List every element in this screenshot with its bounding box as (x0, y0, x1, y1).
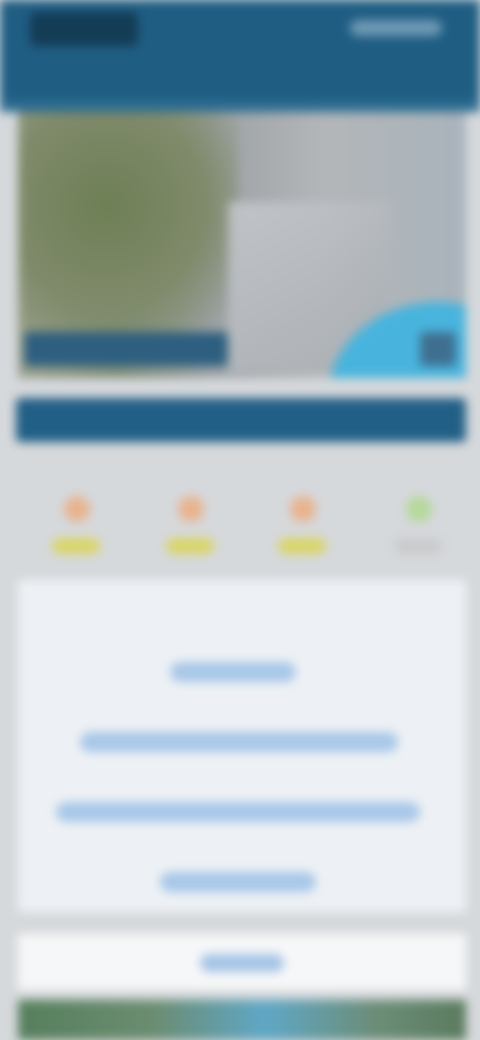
hero-badge[interactable] (420, 332, 456, 366)
forecast-day[interactable] (382, 466, 462, 566)
status-bar (394, 538, 442, 554)
sun-icon (64, 496, 90, 522)
forecast-day[interactable] (266, 466, 346, 566)
sun-icon (290, 496, 316, 522)
link-item[interactable] (170, 662, 296, 682)
status-bar (166, 538, 214, 554)
app-logo[interactable] (30, 12, 138, 46)
action-button[interactable] (200, 954, 284, 972)
hero-caption (24, 332, 228, 366)
forecast-row (16, 466, 466, 570)
header-strip (0, 100, 480, 112)
bottom-image (18, 1000, 466, 1040)
sun-icon (406, 496, 432, 522)
link-item[interactable] (56, 802, 420, 822)
status-bar (278, 538, 326, 554)
link-item[interactable] (160, 872, 316, 892)
forecast-day[interactable] (154, 466, 234, 566)
forecast-day[interactable] (40, 466, 120, 566)
info-banner[interactable] (16, 398, 466, 442)
status-bar (52, 538, 100, 554)
page-title (190, 79, 288, 93)
hero-image (18, 112, 466, 378)
header-actions[interactable] (350, 20, 442, 36)
sun-icon (178, 496, 204, 522)
link-item[interactable] (80, 732, 398, 752)
